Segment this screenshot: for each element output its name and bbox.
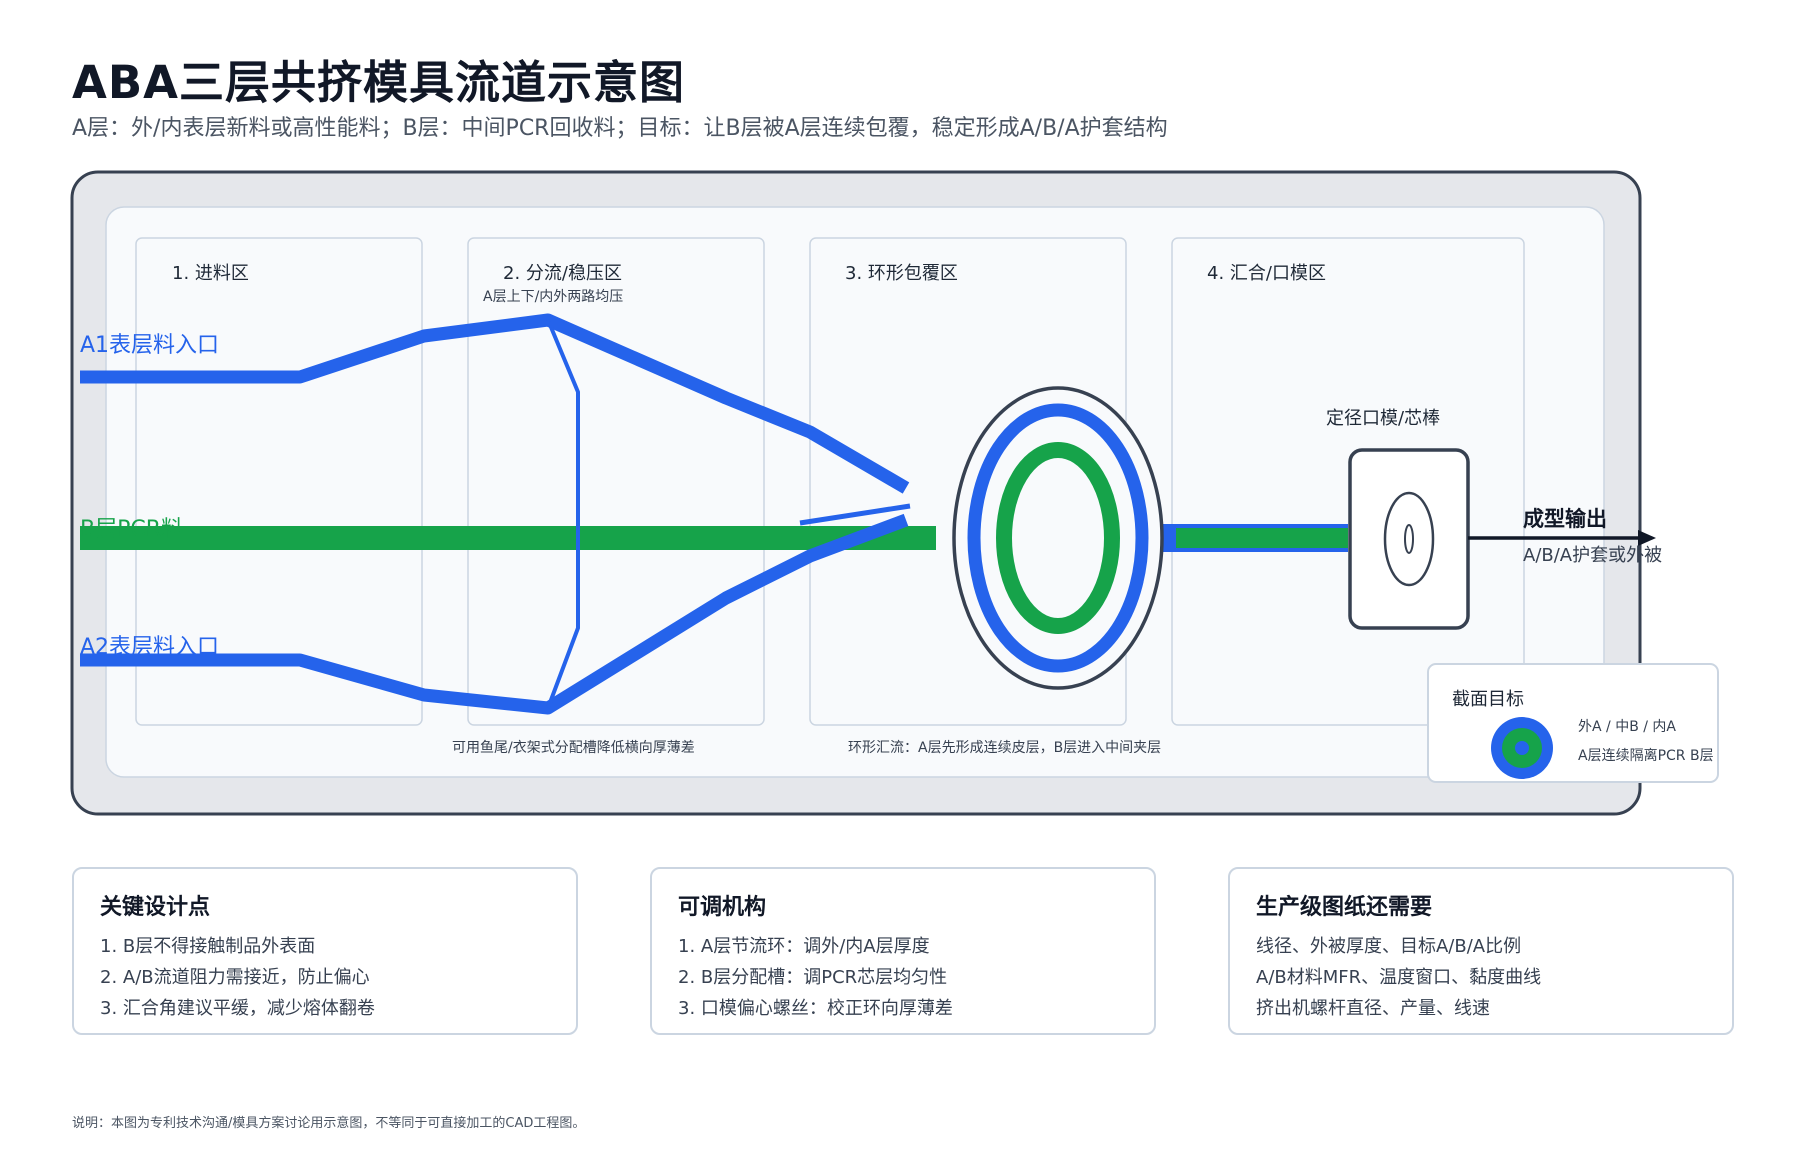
distribution-note: 可用鱼尾/衣架式分配槽降低横向厚薄差 xyxy=(452,739,695,756)
zone-1-label: 1. 进料区 xyxy=(172,263,249,284)
die-body xyxy=(1348,448,1470,630)
output-sublabel: A/B/A护套或外被 xyxy=(1523,545,1662,566)
annular-housing xyxy=(952,386,1164,690)
card-line: 线径、外被厚度、目标A/B/A比例 xyxy=(1256,936,1522,957)
card-adjustable: 可调机构 1. A层节流环：调外/内A层厚度 2. B层分配槽：调PCR芯层均匀… xyxy=(650,867,1156,1035)
card-line: 3. 汇合角建议平缓，减少熔体翻卷 xyxy=(100,998,375,1019)
card-line: 2. B层分配槽：调PCR芯层均匀性 xyxy=(678,967,948,988)
card-line: 1. A层节流环：调外/内A层厚度 xyxy=(678,936,930,957)
legend-line-2: A层连续隔离PCR B层 xyxy=(1578,747,1714,764)
zone-4-label: 4. 汇合/口模区 xyxy=(1207,263,1326,284)
card-title: 可调机构 xyxy=(678,895,767,920)
legend-title: 截面目标 xyxy=(1452,689,1524,710)
card-line: 1. B层不得接触制品外表面 xyxy=(100,936,316,957)
card-production: 生产级图纸还需要 线径、外被厚度、目标A/B/A比例 A/B材料MFR、温度窗口… xyxy=(1228,867,1734,1035)
card-title: 关键设计点 xyxy=(100,895,211,920)
card-line: 挤出机螺杆直径、产量、线速 xyxy=(1256,998,1490,1019)
b-inlet-label: B层PCR料 xyxy=(80,517,183,542)
card-line: 3. 口模偏心螺丝：校正环向厚薄差 xyxy=(678,998,953,1019)
zone-2-panel xyxy=(467,237,765,726)
card-line: A/B材料MFR、温度窗口、黏度曲线 xyxy=(1256,967,1542,988)
zone-3-label: 3. 环形包覆区 xyxy=(845,263,958,284)
arrow-head-icon xyxy=(1638,530,1656,546)
legend-inner-a xyxy=(1515,741,1529,755)
legend-line-1: 外A / 中B / 内A xyxy=(1578,719,1676,735)
zone-4-panel xyxy=(1171,237,1525,726)
output-title: 成型输出 xyxy=(1523,507,1607,531)
card-title: 生产级图纸还需要 xyxy=(1256,895,1433,920)
die-label: 定径口模/芯棒 xyxy=(1326,408,1440,429)
annular-note: 环形汇流：A层先形成连续皮层，B层进入中间夹层 xyxy=(848,739,1161,756)
footnote: 说明：本图为专利技术沟通/模具方案讨论用示意图，不等同于可直接加工的CAD工程图… xyxy=(72,1116,586,1131)
zone-2-label: 2. 分流/稳压区 xyxy=(503,263,622,284)
card-key-design: 关键设计点 1. B层不得接触制品外表面 2. A/B流道阻力需接近，防止偏心 … xyxy=(72,867,578,1035)
zone-2-sublabel: A层上下/内外两路均压 xyxy=(483,289,623,305)
a1-inlet-label: A1表层料入口 xyxy=(80,333,219,358)
flow-diagram: 1. 进料区 2. 分流/稳压区 A层上下/内外两路均压 3. 环形包覆区 4.… xyxy=(70,170,1719,816)
a2-inlet-label: A2表层料入口 xyxy=(80,635,219,660)
card-line: 2. A/B流道阻力需接近，防止偏心 xyxy=(100,967,370,988)
